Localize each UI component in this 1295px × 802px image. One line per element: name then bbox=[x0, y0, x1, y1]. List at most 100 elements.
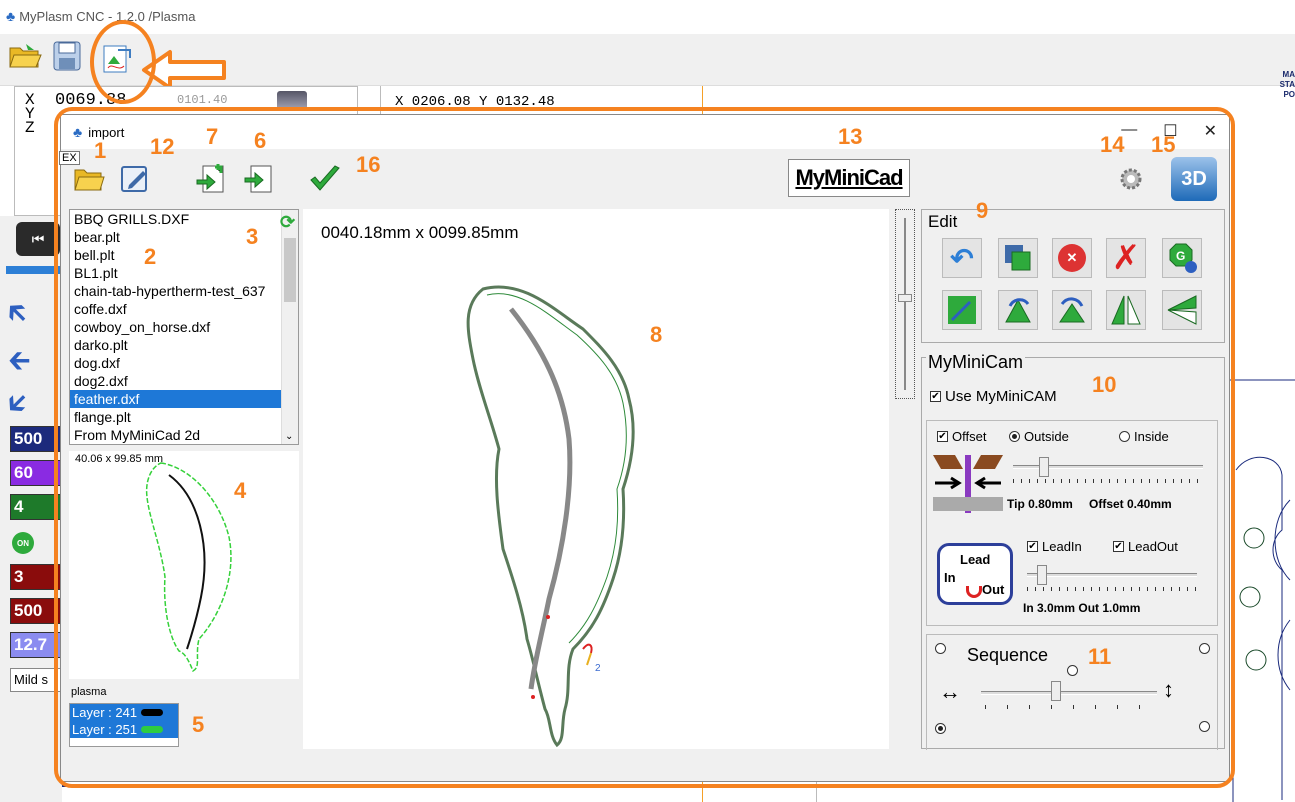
offset-group: ✔ Offset Outside Inside Tip 0.80mm Offse… bbox=[926, 420, 1218, 626]
use-myminicam-checkbox[interactable]: ✔ Use MyMiniCAM bbox=[930, 388, 1057, 405]
sequence-slider[interactable] bbox=[981, 691, 1157, 695]
edit-file-button[interactable] bbox=[117, 161, 153, 197]
undo-icon: ↶ bbox=[950, 242, 974, 274]
remove-button[interactable]: ✗ bbox=[1106, 238, 1146, 278]
list-item[interactable]: flange.plt bbox=[70, 408, 298, 426]
offset-slider-thumb[interactable] bbox=[1039, 457, 1049, 477]
guide-line-top bbox=[702, 86, 703, 116]
list-item[interactable]: darko.plt bbox=[70, 336, 298, 354]
rewind-button[interactable]: ⏮ bbox=[16, 222, 60, 256]
list-item-selected[interactable]: feather.dxf bbox=[70, 390, 298, 408]
feather-drawing: 2 bbox=[466, 285, 635, 748]
list-item[interactable]: chain-tab-hypertherm-test_637 bbox=[70, 282, 298, 300]
sequence-slider-thumb[interactable] bbox=[1051, 681, 1061, 701]
callout-number: 12 bbox=[150, 134, 175, 159]
lead-slider-thumb[interactable] bbox=[1037, 565, 1047, 585]
zoom-slider[interactable] bbox=[895, 209, 915, 399]
layer-item[interactable]: Layer : 241 bbox=[70, 704, 178, 721]
settings-gear-button[interactable] bbox=[1113, 161, 1149, 197]
sequence-radio-bottom-right[interactable] bbox=[1199, 721, 1210, 732]
outside-radio[interactable]: Outside bbox=[1009, 429, 1069, 444]
list-item[interactable]: cowboy_on_horse.dxf bbox=[70, 318, 298, 336]
file-list-scrollbar[interactable]: ⟳ ⌄ bbox=[280, 210, 298, 444]
callout-number: 5 bbox=[192, 712, 205, 737]
checkbox[interactable]: ✔ bbox=[937, 431, 948, 442]
callout-number: 3 bbox=[246, 224, 259, 249]
layer-item[interactable]: Layer : 251 bbox=[70, 721, 178, 738]
undo-button[interactable]: ↶ bbox=[942, 238, 982, 278]
callout-number: 1 bbox=[94, 138, 107, 163]
open-file-button[interactable] bbox=[71, 161, 107, 197]
mirror-horizontal-button[interactable] bbox=[1162, 290, 1202, 330]
list-item[interactable]: BBQ GRILLS.DXF bbox=[70, 210, 298, 228]
lead-icon-out: Out bbox=[982, 582, 1005, 597]
z-axis-label: Z bbox=[25, 119, 35, 137]
import-icon[interactable] bbox=[98, 44, 138, 74]
callout-number: 10 bbox=[1092, 372, 1117, 397]
radio[interactable] bbox=[1009, 431, 1020, 442]
callout-number: 14 bbox=[1100, 132, 1125, 157]
sequence-radio-top[interactable] bbox=[1067, 665, 1078, 676]
divider bbox=[816, 782, 817, 802]
file-preview: 40.06 x 99.85 mm bbox=[69, 451, 299, 679]
myminicad-button[interactable]: MyMiniCad bbox=[788, 159, 910, 197]
save-icon[interactable] bbox=[52, 40, 82, 72]
accept-button[interactable] bbox=[307, 161, 343, 197]
list-item[interactable]: BL1.plt bbox=[70, 264, 298, 282]
horizontal-arrows-icon: ↔ bbox=[939, 679, 961, 704]
list-item[interactable]: coffe.dxf bbox=[70, 300, 298, 318]
view-3d-label: 3D bbox=[1181, 167, 1207, 190]
position-readout: X 0206.08 Y 0132.48 bbox=[380, 86, 1295, 116]
add-file-button[interactable] bbox=[193, 161, 229, 197]
close-icon[interactable]: ✕ bbox=[1204, 121, 1217, 141]
list-item[interactable]: bear.plt bbox=[70, 228, 298, 246]
sequence-group: Sequence ↔ ↕ bbox=[926, 634, 1218, 750]
delete-button[interactable]: ✕ bbox=[1052, 238, 1092, 278]
sequence-radio-top-right[interactable] bbox=[1199, 643, 1210, 654]
list-item[interactable]: bell.plt bbox=[70, 246, 298, 264]
refresh-icon[interactable]: ⟳ bbox=[280, 212, 295, 233]
leadout-checkbox[interactable]: ✔ LeadOut bbox=[1113, 539, 1178, 554]
leadout-label: LeadOut bbox=[1128, 539, 1178, 554]
checkbox[interactable]: ✔ bbox=[1027, 541, 1038, 552]
material-select[interactable]: Mild s bbox=[10, 668, 62, 692]
jog-up-left-icon[interactable]: 🡴 bbox=[8, 292, 27, 340]
list-item[interactable]: From MyMiniCad 2d bbox=[70, 426, 298, 444]
generate-gcode-button[interactable]: G bbox=[1162, 238, 1202, 278]
rotate-left-button[interactable] bbox=[998, 290, 1038, 330]
lead-slider[interactable] bbox=[1027, 573, 1197, 577]
on-indicator[interactable]: ON bbox=[12, 532, 34, 554]
position-readout-text: X 0206.08 Y 0132.48 bbox=[395, 94, 555, 110]
radio[interactable] bbox=[1119, 431, 1130, 442]
inside-radio[interactable]: Inside bbox=[1119, 429, 1169, 444]
sequence-label: Sequence bbox=[967, 645, 1049, 665]
sequence-radio-bottom-left[interactable] bbox=[935, 723, 946, 734]
view-3d-button[interactable]: 3D bbox=[1171, 157, 1217, 201]
offset-label: Offset bbox=[952, 429, 987, 444]
guide-line-bottom bbox=[702, 782, 703, 802]
rotate-right-button[interactable] bbox=[1052, 290, 1092, 330]
copy-button[interactable] bbox=[998, 238, 1038, 278]
sequence-radio-top-left[interactable] bbox=[935, 643, 946, 654]
jog-left-icon[interactable]: 🡰 bbox=[8, 340, 31, 388]
myminicam-panel: MyMiniCam ✔ Use MyMiniCAM ✔ Offset Outsi… bbox=[921, 352, 1225, 750]
leadin-checkbox[interactable]: ✔ LeadIn bbox=[1027, 539, 1082, 554]
x-coordinate-small: 0101.40 bbox=[177, 93, 228, 107]
checkbox[interactable]: ✔ bbox=[930, 391, 941, 402]
scroll-down-icon[interactable]: ⌄ bbox=[285, 431, 293, 442]
mirror-vertical-button[interactable] bbox=[1106, 290, 1146, 330]
list-item[interactable]: dog2.dxf bbox=[70, 372, 298, 390]
import-file-button[interactable] bbox=[241, 161, 277, 197]
svg-text:G: G bbox=[1176, 249, 1185, 263]
offset-checkbox[interactable]: ✔ Offset bbox=[937, 429, 986, 444]
file-list[interactable]: BBQ GRILLS.DXF bear.plt bell.plt BL1.plt… bbox=[69, 209, 299, 445]
jog-down-left-icon[interactable]: 🡷 bbox=[8, 382, 27, 430]
open-folder-icon[interactable] bbox=[8, 42, 42, 70]
scale-button[interactable] bbox=[942, 290, 982, 330]
drawing-canvas[interactable]: 0040.18mm x 0099.85mm 2 bbox=[303, 209, 889, 749]
mirror-horizontal-icon bbox=[1167, 295, 1197, 325]
checkbox[interactable]: ✔ bbox=[1113, 541, 1124, 552]
list-item[interactable]: dog.dxf bbox=[70, 354, 298, 372]
scroll-thumb[interactable] bbox=[284, 238, 296, 302]
layer-list[interactable]: Layer : 241 Layer : 251 bbox=[69, 703, 179, 747]
